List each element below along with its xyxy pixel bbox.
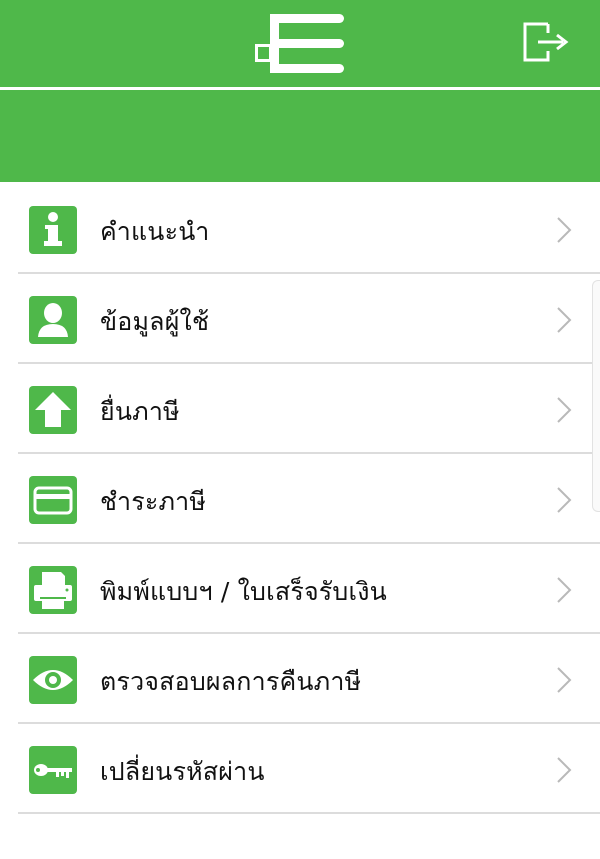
chevron-right-icon [557, 397, 572, 423]
menu-item-pay-tax[interactable]: ชำระภาษี [18, 454, 600, 544]
credit-card-icon [29, 476, 77, 524]
printer-icon [29, 566, 77, 614]
header-banner [0, 90, 600, 182]
side-drawer-handle[interactable] [592, 280, 600, 512]
menu-item-label: ข้อมูลผู้ใช้ [100, 307, 210, 336]
menu-item-label: ยื่นภาษี [100, 397, 180, 426]
menu-item-change-password[interactable]: เปลี่ยนรหัสผ่าน [18, 724, 600, 814]
app-logo-icon [252, 12, 348, 76]
menu-item-label: ชำระภาษี [100, 487, 207, 516]
key-icon [29, 746, 77, 794]
menu-item-label: คำแนะนำ [100, 217, 210, 246]
menu-item-file-tax[interactable]: ยื่นภาษี [18, 364, 600, 454]
menu-item-user-info[interactable]: ข้อมูลผู้ใช้ [18, 274, 600, 364]
menu-item-label: เปลี่ยนรหัสผ่าน [100, 757, 265, 786]
info-icon [29, 206, 77, 254]
chevron-right-icon [557, 577, 572, 603]
main-menu: คำแนะนำ ข้อมูลผู้ใช้ ยื่นภาษี ชำระภาษี พ… [0, 184, 600, 814]
chevron-right-icon [557, 667, 572, 693]
menu-item-label: พิมพ์แบบฯ / ใบเสร็จรับเงิน [100, 577, 387, 606]
upload-arrow-icon [29, 386, 77, 434]
menu-item-label: ตรวจสอบผลการคืนภาษี [100, 667, 362, 696]
app-header [0, 0, 600, 87]
menu-item-check-refund[interactable]: ตรวจสอบผลการคืนภาษี [18, 634, 600, 724]
chevron-right-icon [557, 487, 572, 513]
user-icon [29, 296, 77, 344]
eye-icon [29, 656, 77, 704]
logout-icon [523, 22, 569, 62]
logout-button[interactable] [520, 20, 574, 64]
menu-item-print-forms[interactable]: พิมพ์แบบฯ / ใบเสร็จรับเงิน [18, 544, 600, 634]
chevron-right-icon [557, 217, 572, 243]
chevron-right-icon [557, 757, 572, 783]
chevron-right-icon [557, 307, 572, 333]
menu-item-instructions[interactable]: คำแนะนำ [18, 184, 600, 274]
